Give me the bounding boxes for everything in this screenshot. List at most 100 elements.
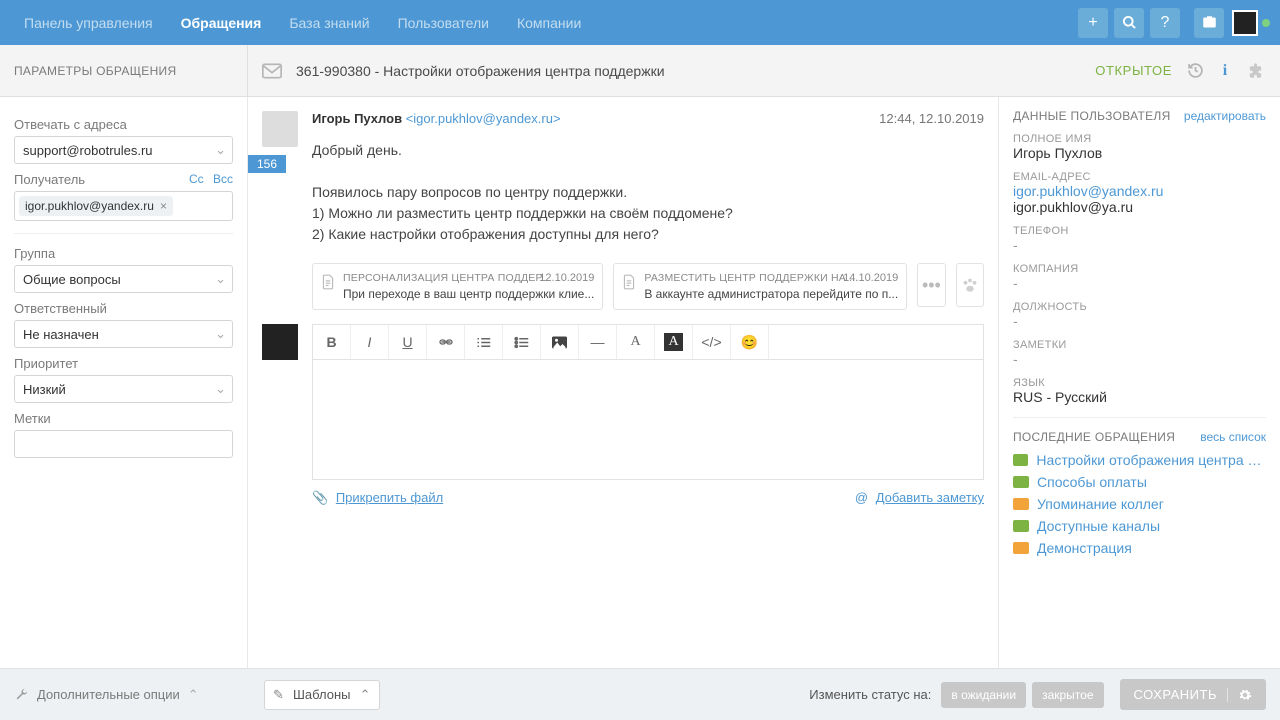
message-timestamp: 12:44, 12.10.2019 (879, 111, 984, 126)
tags-input[interactable] (14, 430, 233, 458)
mail-icon (1013, 454, 1028, 466)
nav-dashboard[interactable]: Панель управления (10, 1, 167, 45)
reply-from-select[interactable]: support@robotrules.ru⌄ (14, 136, 233, 164)
nav-kb[interactable]: База знаний (275, 1, 383, 45)
all-tickets-link[interactable]: весь список (1200, 430, 1266, 444)
user-data-panel: ДАННЫЕ ПОЛЬЗОВАТЕЛЯ редактировать ПОЛНОЕ… (998, 97, 1280, 668)
group-select[interactable]: Общие вопросы⌄ (14, 265, 233, 293)
hr-button[interactable]: — (579, 325, 617, 359)
status-closed-button[interactable]: закрытое (1032, 682, 1103, 708)
mail-icon (1013, 498, 1029, 510)
user-notes: - (1013, 351, 1266, 367)
ticket-header: ПАРАМЕТРЫ ОБРАЩЕНИЯ 361-990380 - Настрой… (0, 45, 1280, 97)
top-bar: Панель управления Обращения База знаний … (0, 0, 1280, 45)
emoji-button[interactable]: 😊 (731, 325, 769, 359)
sender-email[interactable]: <igor.pukhlov@yandex.ru> (406, 111, 561, 126)
puzzle-icon[interactable] (1240, 56, 1270, 86)
message-count-badge: 156 (248, 155, 286, 173)
document-icon (622, 274, 636, 290)
nav-tickets[interactable]: Обращения (167, 1, 276, 45)
kb-more-button[interactable]: ••• (917, 263, 945, 307)
recent-ticket-item[interactable]: Настройки отображения центра по... (1013, 452, 1266, 468)
recent-ticket-link[interactable]: Способы оплаты (1037, 474, 1147, 490)
recent-ticket-link[interactable]: Настройки отображения центра по... (1036, 452, 1266, 468)
chevron-down-icon: ⌄ (215, 142, 226, 158)
nav-companies[interactable]: Компании (503, 1, 595, 45)
bold-button[interactable]: B (313, 325, 351, 359)
tags-label: Метки (14, 411, 233, 426)
apps-button[interactable] (1194, 8, 1224, 38)
user-menu[interactable] (1232, 10, 1270, 36)
recipient-chip[interactable]: igor.pukhlov@yandex.ru× (19, 196, 173, 216)
left-panel-title: ПАРАМЕТРЫ ОБРАЩЕНИЯ (0, 45, 248, 96)
info-icon[interactable]: i (1210, 56, 1240, 86)
save-button[interactable]: СОХРАНИТЬ (1120, 679, 1266, 710)
avatar (1232, 10, 1258, 36)
bg-color-button[interactable]: A (655, 325, 693, 359)
extra-options-toggle[interactable]: Дополнительные опции (37, 687, 180, 702)
msg-line: Появилось пару вопросов по центру поддер… (312, 182, 984, 203)
ticket-title: 361-990380 - Настройки отображения центр… (296, 63, 665, 79)
mail-icon (262, 63, 282, 79)
ticket-params-panel: Отвечать с адреса support@robotrules.ru⌄… (0, 97, 248, 668)
agent-avatar (262, 324, 298, 360)
help-button[interactable]: ? (1150, 8, 1180, 38)
new-button[interactable]: + (1078, 8, 1108, 38)
kb-suggestion-card[interactable]: РАЗМЕСТИТЬ ЦЕНТР ПОДДЕРЖКИ НА ... 14.10.… (613, 263, 907, 310)
editor-toolbar: B I U — A A </> 😊 (312, 324, 984, 360)
kb-paw-button[interactable] (956, 263, 984, 307)
mail-icon (1013, 476, 1029, 488)
history-icon[interactable] (1180, 56, 1210, 86)
pencil-icon: ✎ (273, 687, 284, 703)
mail-icon (1013, 520, 1029, 532)
recent-ticket-item[interactable]: Упоминание коллег (1013, 496, 1266, 512)
bcc-link[interactable]: Bcc (213, 172, 233, 186)
group-label: Группа (14, 246, 233, 261)
list-ordered-button[interactable] (465, 325, 503, 359)
msg-line: 1) Можно ли разместить центр поддержки н… (312, 203, 984, 224)
document-icon (321, 274, 335, 290)
gear-icon[interactable] (1227, 688, 1252, 702)
image-button[interactable] (541, 325, 579, 359)
online-dot-icon (1262, 19, 1270, 27)
edit-user-link[interactable]: редактировать (1184, 109, 1266, 123)
kb-suggestion-card[interactable]: ПЕРСОНАЛИЗАЦИЯ ЦЕНТРА ПОДДЕР... 12.10.20… (312, 263, 603, 310)
text-color-button[interactable]: A (617, 325, 655, 359)
recent-ticket-link[interactable]: Упоминание коллег (1037, 496, 1164, 512)
mail-icon (1013, 542, 1029, 554)
reply-editor[interactable] (312, 360, 984, 480)
underline-button[interactable]: U (389, 325, 427, 359)
code-button[interactable]: </> (693, 325, 731, 359)
user-data-header: ДАННЫЕ ПОЛЬЗОВАТЕЛЯ (1013, 109, 1171, 123)
priority-select[interactable]: Низкий⌄ (14, 375, 233, 403)
status-pending-button[interactable]: в ожидании (941, 682, 1026, 708)
search-button[interactable] (1114, 8, 1144, 38)
reply-from-label: Отвечать с адреса (14, 117, 233, 132)
user-phone: - (1013, 237, 1266, 253)
attach-file-link[interactable]: Прикрепить файл (336, 490, 443, 505)
recipient-field[interactable]: igor.pukhlov@yandex.ru× (14, 191, 233, 221)
recent-ticket-item[interactable]: Доступные каналы (1013, 518, 1266, 534)
recent-ticket-item[interactable]: Способы оплаты (1013, 474, 1266, 490)
recent-ticket-link[interactable]: Демонстрация (1037, 540, 1132, 556)
nav-users[interactable]: Пользователи (384, 1, 503, 45)
link-button[interactable] (427, 325, 465, 359)
wrench-icon (14, 687, 29, 702)
recent-tickets-header: ПОСЛЕДНИЕ ОБРАЩЕНИЯ (1013, 430, 1175, 444)
remove-chip-icon[interactable]: × (160, 199, 167, 213)
italic-button[interactable]: I (351, 325, 389, 359)
recent-ticket-item[interactable]: Демонстрация (1013, 540, 1266, 556)
at-icon: @ (855, 490, 868, 505)
user-email[interactable]: igor.pukhlov@yandex.ru (1013, 183, 1266, 199)
change-status-label: Изменить статус на: (809, 687, 931, 702)
list-bullet-button[interactable] (503, 325, 541, 359)
chevron-up-icon: ⌃ (188, 687, 199, 703)
recipient-label: Получатель (14, 172, 85, 187)
cc-link[interactable]: Cc (189, 172, 204, 186)
recent-ticket-link[interactable]: Доступные каналы (1037, 518, 1160, 534)
assignee-label: Ответственный (14, 301, 233, 316)
add-note-link[interactable]: Добавить заметку (876, 490, 984, 505)
assignee-select[interactable]: Не назначен⌄ (14, 320, 233, 348)
templates-button[interactable]: ✎ Шаблоны ⌃ (264, 680, 380, 710)
bottom-bar: Дополнительные опции ⌃ ✎ Шаблоны ⌃ Измен… (0, 668, 1280, 720)
